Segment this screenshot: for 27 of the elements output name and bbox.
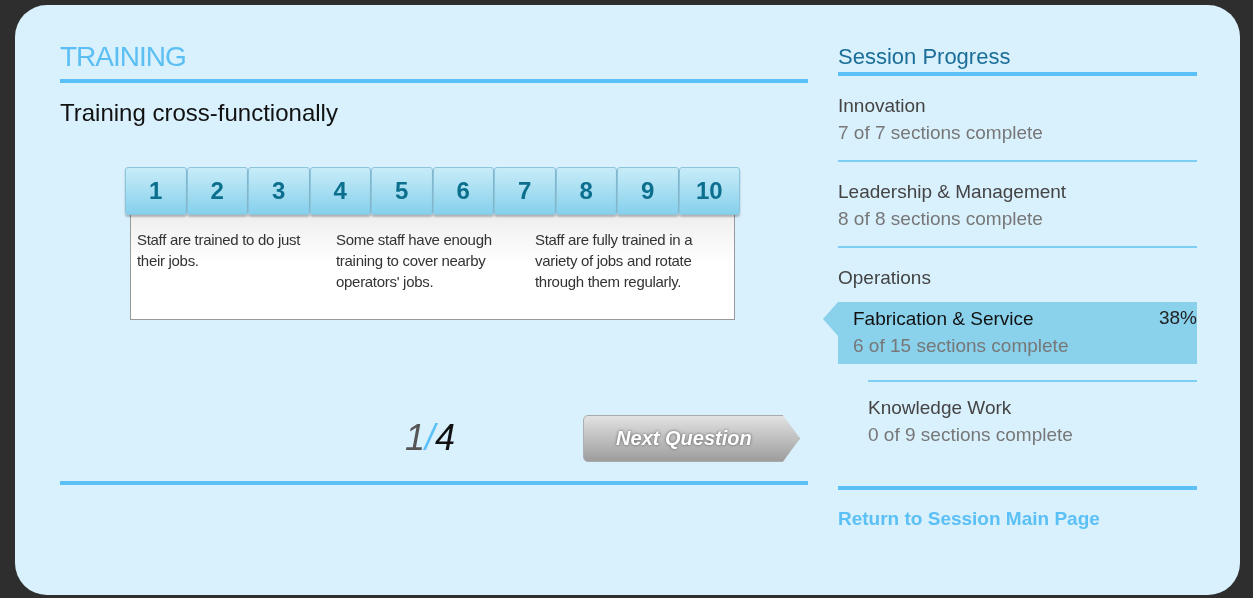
percent-complete: 38% [1158,307,1197,330]
scale-button[interactable]: 2 [186,167,248,215]
section-title: TRAINING [60,41,808,83]
question-text: Training cross-functionally [60,99,339,127]
slash-separator: / [425,417,436,459]
section-name[interactable]: Innovation [838,94,926,118]
section-name[interactable]: Leadership & Management [838,180,1067,204]
scale-button[interactable]: 9 [617,167,679,215]
section-status: 7 of 7 sections complete [838,121,1044,145]
scale-button[interactable]: 7 [494,167,556,215]
level-description: Staff are fully trained in a variety of jobs and rotate through them regularly. [535,230,694,292]
level-description: Some staff have enough training to cover nearby operators' jobs. [336,230,493,292]
scale-button[interactable]: 3 [248,167,310,215]
scale-button[interactable]: 1 [125,167,187,215]
section-name[interactable]: Operations [838,266,931,290]
section-status: 6 of 15 sections complete [853,334,1070,358]
section-status: 8 of 8 sections complete [838,207,1044,231]
scale-button[interactable]: 6 [432,167,494,215]
scale-button[interactable]: 10 [678,167,740,215]
scale-button[interactable]: 4 [309,167,371,215]
section-status: 0 of 9 sections complete [868,423,1074,447]
level-description: Staff are trained to do just their jobs. [137,230,302,271]
scale-button[interactable]: 5 [371,167,433,215]
scale-button[interactable]: 8 [555,167,617,215]
section-name[interactable]: Fabrication & Service [853,307,1034,331]
section-name[interactable]: Knowledge Work [868,396,1012,420]
progress-title: Session Progress [838,41,1197,76]
